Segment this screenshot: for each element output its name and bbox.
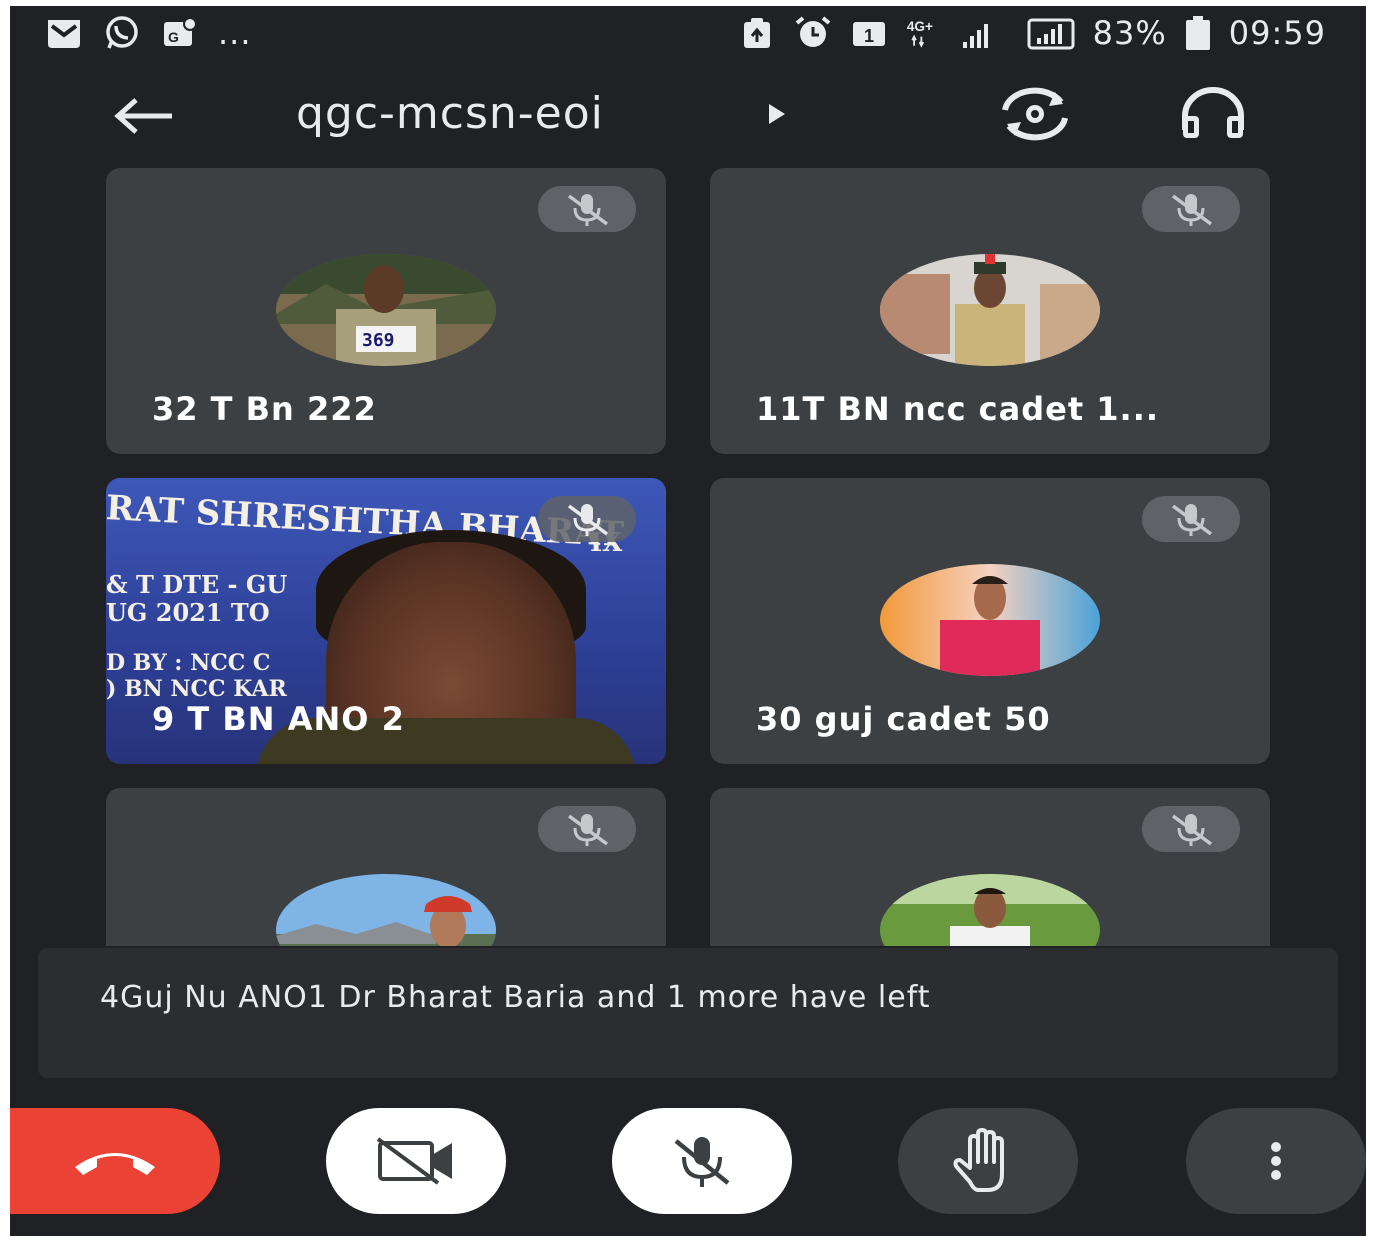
- mic-off-icon: [1142, 806, 1240, 852]
- participant-tile[interactable]: 11T BN ncc cadet 1...: [710, 168, 1270, 454]
- meeting-code[interactable]: qgc-mcsn-eoi: [296, 88, 604, 139]
- email-icon: [44, 15, 84, 51]
- participant-tile[interactable]: 30 guj cadet 50: [710, 478, 1270, 764]
- status-bar: G ... 1 4G+ 83% 09:59: [10, 6, 1366, 66]
- switch-camera-icon: [1002, 87, 1068, 141]
- maps-icon: G: [160, 15, 200, 51]
- mic-off-icon: [538, 186, 636, 232]
- hand-icon: [953, 1128, 1004, 1192]
- signal-icon: [961, 15, 1011, 51]
- notification-text: 4Guj Nu ANO1 Dr Bharat Baria and 1 more …: [100, 980, 931, 1015]
- play-arrow-icon[interactable]: [765, 102, 787, 130]
- participants-left-notification: 4Guj Nu ANO1 Dr Bharat Baria and 1 more …: [38, 948, 1338, 1078]
- avatar: [880, 254, 1100, 366]
- network-type-icon: 4G+: [905, 15, 945, 51]
- participant-name: 30 guj cadet 50: [756, 700, 1051, 738]
- whatsapp-icon: [102, 15, 142, 51]
- participant-name: 11T BN ncc cadet 1...: [756, 390, 1160, 428]
- status-overflow: ...: [218, 14, 252, 52]
- battery-percent: 83%: [1092, 14, 1167, 52]
- end-call-button[interactable]: [10, 1108, 220, 1214]
- more-vert-icon: [1271, 1142, 1281, 1180]
- mic-off-icon: [538, 496, 636, 542]
- participant-name: 32 T Bn 222: [152, 390, 377, 428]
- call-controls: [10, 1108, 1366, 1218]
- back-button[interactable]: [108, 86, 180, 146]
- meet-screen: G ... 1 4G+ 83% 09:59 qgc-mcsn-eoi 369 3…: [10, 6, 1366, 1236]
- meeting-top-bar: qgc-mcsn-eoi: [10, 76, 1366, 156]
- participant-name: 9 T BN ANO 2: [152, 700, 405, 738]
- participant-tile[interactable]: 369 32 T Bn 222: [106, 168, 666, 454]
- raise-hand-button[interactable]: [898, 1108, 1078, 1214]
- arrow-left-icon: [114, 98, 172, 134]
- mic-off-icon: [538, 806, 636, 852]
- participant-video-tile[interactable]: RAT SHRESHTHA BHARAT IX & T DTE - GU UG …: [106, 478, 666, 764]
- camera-off-icon: [376, 1137, 452, 1185]
- switch-camera-button[interactable]: [990, 82, 1080, 146]
- mic-off-icon: [674, 1137, 730, 1187]
- banner-text: UG 2021 TO: [106, 598, 270, 627]
- svg-text:1: 1: [864, 26, 874, 46]
- avatar: 369: [276, 254, 496, 366]
- sim-icon: 1: [849, 15, 889, 51]
- end-call-icon: [75, 1153, 155, 1175]
- banner-text: & T DTE - GU: [106, 570, 288, 599]
- svg-text:4G+: 4G+: [906, 19, 932, 34]
- mic-off-icon: [1142, 186, 1240, 232]
- svg-text:369: 369: [362, 330, 395, 351]
- battery-icon: [1183, 15, 1213, 51]
- clipboard-icon: [737, 15, 777, 51]
- audio-output-button[interactable]: [1170, 82, 1256, 146]
- mic-toggle-button[interactable]: [612, 1108, 792, 1214]
- banner-text: ) BN NCC KAR: [106, 676, 287, 702]
- alarm-icon: [793, 15, 833, 51]
- more-options-button[interactable]: [1186, 1108, 1366, 1214]
- camera-toggle-button[interactable]: [326, 1108, 506, 1214]
- signal-box-icon: [1027, 15, 1077, 51]
- headphones-icon: [1182, 87, 1244, 138]
- mic-off-icon: [1142, 496, 1240, 542]
- clock: 09:59: [1228, 14, 1326, 52]
- banner-text: D BY : NCC C: [106, 650, 271, 676]
- avatar: [880, 564, 1100, 676]
- svg-text:G: G: [168, 29, 179, 45]
